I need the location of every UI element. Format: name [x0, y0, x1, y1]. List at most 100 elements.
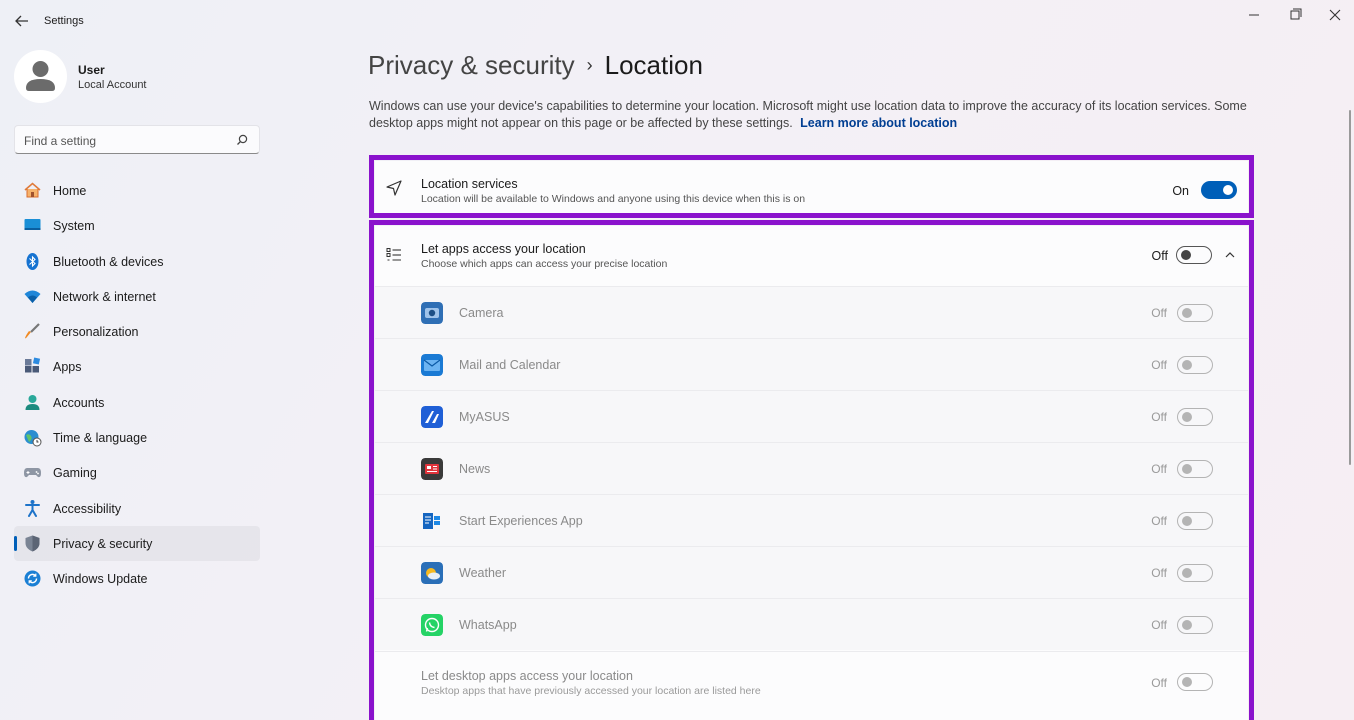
- app-name: Camera: [459, 306, 504, 320]
- page-title: Location: [604, 50, 703, 80]
- window-title: Settings: [44, 15, 84, 27]
- sidebar-item-bluetooth[interactable]: Bluetooth & devices: [14, 244, 260, 279]
- location-arrow-icon: [386, 180, 402, 196]
- search-placeholder: Find a setting: [24, 134, 97, 148]
- toggle-knob: [1181, 250, 1191, 260]
- myasus-app-icon: [421, 406, 443, 428]
- weather-location-toggle[interactable]: [1177, 564, 1213, 582]
- toggle-knob: [1182, 360, 1192, 370]
- app-name: Weather: [459, 566, 507, 580]
- scrollbar[interactable]: [1349, 110, 1351, 465]
- app-row-whatsapp: WhatsApp Off: [375, 598, 1248, 650]
- shield-icon: [25, 535, 40, 552]
- sidebar-nav: Home System Bluetooth & devices Network …: [14, 173, 260, 597]
- location-services-toggle[interactable]: [1201, 181, 1237, 199]
- account-type: Local Account: [78, 79, 147, 91]
- search-input[interactable]: Find a setting: [14, 125, 260, 154]
- system-icon: [24, 219, 41, 231]
- app-state: Off: [1151, 410, 1167, 424]
- chevron-up-icon[interactable]: [1223, 248, 1237, 262]
- app-state: Off: [1151, 514, 1167, 528]
- news-app-icon: [421, 458, 443, 480]
- breadcrumb: Privacy & security › Location: [368, 50, 703, 81]
- sidebar-item-time-language[interactable]: Time & language: [14, 420, 260, 455]
- accessibility-icon: [25, 499, 40, 517]
- camera-location-toggle[interactable]: [1177, 304, 1213, 322]
- app-row-weather: Weather Off: [375, 546, 1248, 598]
- minimize-icon[interactable]: [1240, 6, 1268, 24]
- page-description: Windows can use your device's capabiliti…: [369, 98, 1249, 132]
- restore-icon[interactable]: [1281, 6, 1309, 24]
- wifi-icon: [24, 290, 41, 303]
- bluetooth-icon: [26, 252, 39, 270]
- app-name: News: [459, 462, 491, 476]
- toggle-knob: [1182, 516, 1192, 526]
- mail-calendar-location-toggle[interactable]: [1177, 356, 1213, 374]
- sidebar-item-privacy-security[interactable]: Privacy & security: [14, 525, 260, 562]
- search-icon: [237, 134, 248, 145]
- toggle-knob: [1182, 568, 1192, 578]
- sidebar-item-windows-update[interactable]: Windows Update: [14, 561, 260, 596]
- gamepad-icon: [24, 468, 41, 478]
- whatsapp-app-icon: [421, 614, 443, 636]
- accounts-icon: [25, 394, 40, 410]
- location-services-title: Location services: [421, 177, 518, 191]
- toggle-knob: [1182, 464, 1192, 474]
- active-indicator: [14, 535, 17, 551]
- app-row-news: News Off: [375, 442, 1248, 494]
- learn-more-link[interactable]: Learn more about location: [800, 116, 957, 130]
- sidebar-item-apps[interactable]: Apps: [14, 349, 260, 384]
- breadcrumb-parent[interactable]: Privacy & security: [368, 50, 575, 80]
- desktop-apps-title: Let desktop apps access your location: [421, 669, 633, 683]
- app-state: Off: [1151, 306, 1167, 320]
- home-icon: [24, 182, 41, 198]
- start-experiences-location-toggle[interactable]: [1177, 512, 1213, 530]
- app-name: MyASUS: [459, 410, 510, 424]
- sidebar-item-personalization[interactable]: Personalization: [14, 314, 260, 349]
- user-avatar-icon: [26, 61, 55, 91]
- app-row-myasus: MyASUS Off: [375, 390, 1248, 442]
- desktop-apps-state: Off: [1151, 676, 1167, 690]
- toggle-knob: [1182, 677, 1192, 687]
- toggle-knob: [1182, 620, 1192, 630]
- close-icon[interactable]: [1321, 6, 1349, 24]
- desktop-apps-subtitle: Desktop apps that have previously access…: [421, 685, 761, 697]
- mail-app-icon: [421, 354, 443, 376]
- title-bar: Settings: [0, 0, 1354, 42]
- app-name: WhatsApp: [459, 618, 517, 632]
- sidebar-item-system[interactable]: System: [14, 208, 260, 243]
- list-icon: [386, 248, 401, 261]
- update-icon: [24, 570, 41, 587]
- sidebar-item-home[interactable]: Home: [14, 173, 260, 208]
- weather-app-icon: [421, 562, 443, 584]
- avatar: [14, 50, 67, 103]
- location-services-state: On: [1172, 184, 1189, 198]
- camera-app-icon: [421, 302, 443, 324]
- user-name: User: [78, 63, 105, 77]
- app-access-subtitle: Choose which apps can access your precis…: [421, 258, 668, 270]
- app-access-toggle[interactable]: [1176, 246, 1212, 264]
- toggle-knob: [1182, 308, 1192, 318]
- app-access-state: Off: [1151, 249, 1168, 263]
- desktop-apps-location-toggle[interactable]: [1177, 673, 1213, 691]
- whatsapp-location-toggle[interactable]: [1177, 616, 1213, 634]
- sidebar-item-accounts[interactable]: Accounts: [14, 385, 260, 420]
- sidebar-item-accessibility[interactable]: Accessibility: [14, 491, 260, 526]
- myasus-location-toggle[interactable]: [1177, 408, 1213, 426]
- app-row-mail-calendar: Mail and Calendar Off: [375, 338, 1248, 390]
- toggle-knob: [1182, 412, 1192, 422]
- app-state: Off: [1151, 566, 1167, 580]
- app-state: Off: [1151, 618, 1167, 632]
- location-services-card: Location services Location will be avail…: [375, 161, 1248, 213]
- app-access-title: Let apps access your location: [421, 242, 586, 256]
- sidebar-item-network[interactable]: Network & internet: [14, 279, 260, 314]
- app-access-header[interactable]: Let apps access your location Choose whi…: [375, 226, 1248, 286]
- back-arrow-icon[interactable]: [12, 11, 32, 31]
- breadcrumb-separator: ›: [586, 55, 593, 75]
- news-location-toggle[interactable]: [1177, 460, 1213, 478]
- brush-icon: [25, 323, 40, 339]
- globe-clock-icon: [24, 430, 42, 447]
- app-state: Off: [1151, 462, 1167, 476]
- sidebar-item-gaming[interactable]: Gaming: [14, 455, 260, 490]
- location-services-subtitle: Location will be available to Windows an…: [421, 193, 806, 205]
